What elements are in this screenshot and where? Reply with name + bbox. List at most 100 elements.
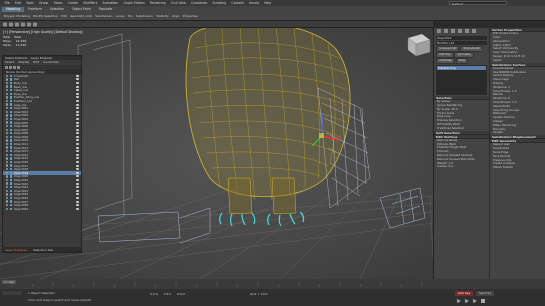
render-toggle-icon[interactable] — [76, 81, 79, 84]
render-toggle-icon[interactable] — [76, 207, 79, 210]
rollout-line[interactable]: Crease: 0.0 — [434, 165, 489, 169]
menu-item-modifiers[interactable]: Modifiers — [81, 1, 100, 5]
ribbon-panel-visibility[interactable]: Visibility — [155, 14, 171, 19]
menu-item-file[interactable]: File — [2, 1, 12, 5]
coord-field[interactable]: X:0.0 — [150, 292, 158, 296]
render-toggle-icon[interactable] — [76, 128, 79, 131]
render-toggle-icon[interactable] — [76, 143, 79, 146]
coord-field[interactable]: Z:0.0 — [177, 292, 185, 296]
selected-key-filter[interactable]: Selected — [476, 291, 494, 296]
modifier-button[interactable]: Edit Poly — [436, 52, 454, 58]
render-toggle-icon[interactable] — [76, 125, 79, 128]
render-toggle-icon[interactable] — [76, 114, 79, 117]
render-toggle-icon[interactable] — [76, 186, 79, 189]
tab-object-paint[interactable]: Object Paint — [68, 7, 95, 12]
menu-item-animation[interactable]: Animation — [100, 1, 121, 5]
render-toggle-icon[interactable] — [76, 74, 79, 77]
ribbon-panel-subdivision[interactable]: Subdivision — [94, 14, 114, 19]
menu-item-civil-view[interactable]: Civil View — [168, 1, 188, 5]
render-toggle-icon[interactable] — [76, 164, 79, 167]
render-toggle-icon[interactable] — [76, 78, 79, 81]
modifier-list-dropdown[interactable]: Modifier List — [436, 41, 487, 45]
ribbon-panel-align[interactable]: Align — [170, 14, 181, 19]
menu-item-content[interactable]: Content — [229, 1, 247, 5]
render-toggle-icon[interactable] — [76, 150, 79, 153]
rollout-line[interactable]: Attach Detach — [490, 165, 545, 170]
menu-item-views[interactable]: Views — [51, 1, 65, 5]
menu-item-create[interactable]: Create — [65, 1, 80, 5]
object-name-field[interactable]: Object019 — [436, 36, 487, 40]
menu-item-edit[interactable]: Edit — [12, 1, 23, 5]
render-toggle-icon[interactable] — [76, 196, 79, 199]
render-toggle-icon[interactable] — [76, 153, 79, 156]
render-toggle-icon[interactable] — [76, 171, 79, 174]
menu-item-rendering[interactable]: Rendering — [147, 1, 168, 5]
ribbon-panel-polygon-modeling[interactable]: Polygon Modeling — [2, 14, 32, 19]
render-toggle-icon[interactable] — [76, 110, 79, 113]
menu-item-scripting[interactable]: Scripting — [210, 1, 229, 5]
ribbon-panel-subdivision[interactable]: Subdivision — [134, 14, 154, 19]
menu-item-arnold[interactable]: Arnold — [246, 1, 261, 5]
render-toggle-icon[interactable] — [76, 99, 79, 102]
render-toggle-icon[interactable] — [76, 89, 79, 92]
menu-item-customize[interactable]: Customize — [188, 1, 209, 5]
explorer-row[interactable]: Object029 — [3, 207, 81, 211]
object-icon — [9, 153, 13, 157]
ribbon-panel-properties[interactable]: Properties — [181, 14, 199, 19]
render-toggle-icon[interactable] — [76, 92, 79, 95]
render-toggle-icon[interactable] — [76, 132, 79, 135]
eye-icon[interactable] — [6, 207, 9, 210]
render-toggle-icon[interactable] — [76, 175, 79, 178]
ribbon-panel-loops[interactable]: Loops — [114, 14, 126, 19]
render-toggle-icon[interactable] — [76, 189, 79, 192]
playback-controls[interactable] — [455, 298, 535, 304]
render-toggle-icon[interactable] — [76, 117, 79, 120]
render-toggle-icon[interactable] — [76, 139, 79, 142]
tab-selection[interactable]: Selection — [46, 7, 68, 12]
explorer-menu-customize[interactable]: Customize — [43, 60, 59, 65]
render-toggle-icon[interactable] — [76, 161, 79, 164]
render-toggle-icon[interactable] — [76, 146, 79, 149]
modifier-button[interactable]: Shell — [455, 58, 469, 64]
modifier-button[interactable]: Symmetry — [454, 52, 474, 58]
maxscript-listener[interactable] — [2, 291, 22, 295]
render-toggle-icon[interactable] — [76, 182, 79, 185]
layer-explorer-tab[interactable]: Layer Explorer — [5, 248, 27, 252]
render-toggle-icon[interactable] — [76, 204, 79, 207]
menu-item-group[interactable]: Group — [36, 1, 51, 5]
ribbon-panel-tris[interactable]: Tris — [126, 14, 134, 19]
modifier-button[interactable]: UVW Map — [436, 58, 455, 64]
ribbon-panel-modify-selection[interactable]: Modify Selection — [32, 14, 60, 19]
render-toggle-icon[interactable] — [76, 96, 79, 99]
render-toggle-icon[interactable] — [76, 135, 79, 138]
render-toggle-icon[interactable] — [76, 121, 79, 124]
menu-item-graph-editors[interactable]: Graph Editors — [121, 1, 147, 5]
render-toggle-icon[interactable] — [76, 103, 79, 106]
render-toggle-icon[interactable] — [76, 193, 79, 196]
auto-key-button[interactable]: Auto Key — [455, 291, 473, 296]
command-panel-tabs[interactable] — [434, 28, 490, 34]
tab-populate[interactable]: Populate — [95, 7, 116, 12]
ribbon-panel-geometry-all-[interactable]: Geometry (All) — [69, 14, 94, 19]
modifier-button[interactable]: Turbosmooth — [460, 46, 484, 52]
render-toggle-icon[interactable] — [76, 157, 79, 160]
render-toggle-icon[interactable] — [76, 179, 79, 182]
render-toggle-icon[interactable] — [76, 168, 79, 171]
render-toggle-icon[interactable] — [76, 107, 79, 110]
render-toggle-icon[interactable] — [76, 85, 79, 88]
viewport-label[interactable]: [+] [Perspective] [High Quality] [Defaul… — [3, 30, 82, 34]
menu-item-tools[interactable]: Tools — [24, 1, 37, 5]
tab-modeling[interactable]: Modeling — [2, 7, 25, 12]
coord-field[interactable]: Y:0.0 — [164, 292, 171, 296]
tab-freeform[interactable]: Freeform — [24, 7, 46, 12]
view-cube[interactable] — [407, 33, 431, 57]
ribbon-panel-edit[interactable]: Edit — [60, 14, 69, 19]
menu-item-help[interactable]: Help — [262, 1, 274, 5]
workspace-dropdown[interactable]: Default — [449, 0, 507, 6]
modifier-button[interactable]: Unwrap UVW — [436, 46, 460, 52]
explorer-menu-select[interactable]: Select — [5, 60, 14, 65]
explorer-menu-edit[interactable]: Edit — [33, 60, 39, 65]
explorer-menu-display[interactable]: Display — [18, 60, 29, 65]
stack-item-editable-poly[interactable]: Editable Poly — [437, 65, 486, 70]
render-toggle-icon[interactable] — [76, 200, 79, 203]
